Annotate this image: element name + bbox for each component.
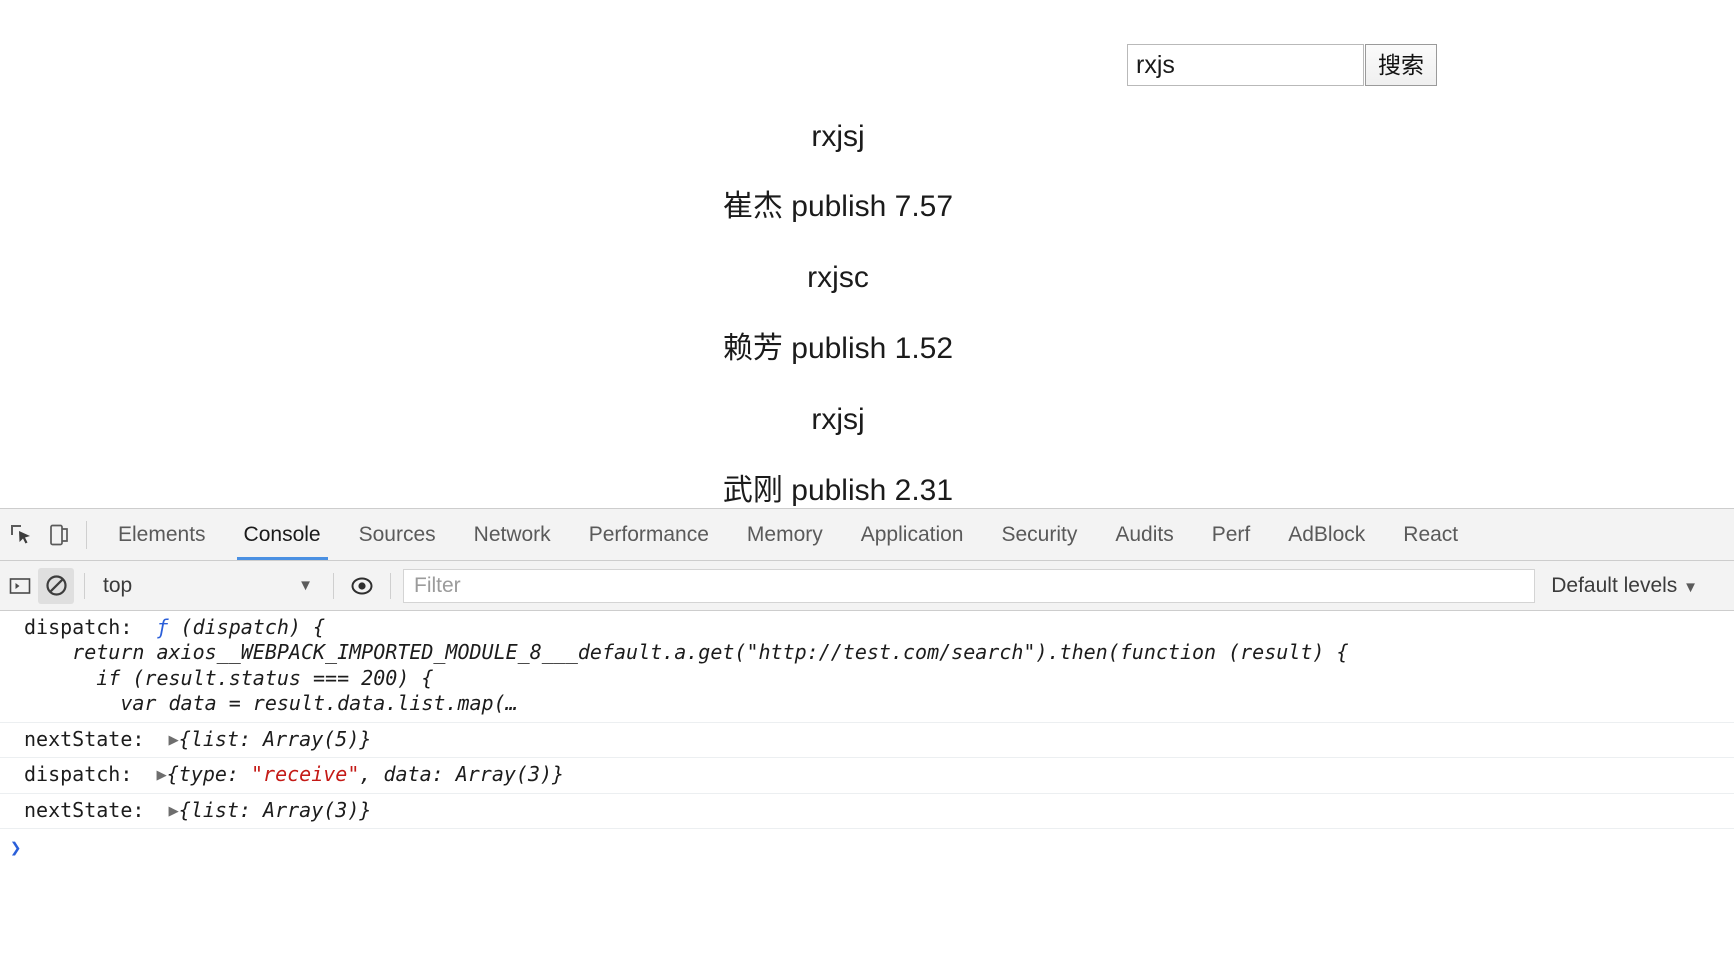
console-sidebar-icon[interactable] bbox=[2, 568, 38, 604]
entry-label: nextState: bbox=[24, 726, 145, 751]
result-text: rxjsj bbox=[811, 120, 865, 153]
entry-line-4: var data = result.data.list.map(… bbox=[24, 691, 518, 716]
tab-elements[interactable]: Elements bbox=[99, 509, 225, 560]
entry-value-string: "receive" bbox=[251, 762, 360, 787]
device-toolbar-icon[interactable] bbox=[40, 516, 78, 554]
log-levels-label: Default levels bbox=[1551, 573, 1678, 597]
expand-triangle-icon[interactable]: ▶ bbox=[169, 801, 179, 823]
entry-value-prefix: {type: bbox=[166, 762, 252, 787]
toolbar-divider bbox=[86, 520, 87, 549]
list-item[interactable]: rxjsc bbox=[0, 263, 1734, 293]
execution-context-select[interactable]: top ▼ bbox=[95, 569, 323, 603]
console-entry-dispatch-receive[interactable]: dispatch: ▶{type: "receive", data: Array… bbox=[0, 758, 1734, 794]
search-result-list: rxjsj 崔杰 publish 7.57 rxjsc 赖芳 publish 1… bbox=[0, 100, 1734, 506]
list-item[interactable]: rxjsj bbox=[0, 122, 1734, 152]
entry-line-1: (dispatch) { bbox=[168, 615, 326, 639]
console-entry-dispatch-function[interactable]: dispatch: ƒ (dispatch) { return axios__W… bbox=[0, 611, 1734, 723]
console-output[interactable]: dispatch: ƒ (dispatch) { return axios__W… bbox=[0, 611, 1734, 976]
tab-security[interactable]: Security bbox=[982, 509, 1096, 560]
inspect-element-icon[interactable] bbox=[2, 516, 40, 554]
toolbar-divider bbox=[390, 572, 391, 599]
toolbar-divider bbox=[333, 572, 334, 599]
chevron-down-icon: ▼ bbox=[298, 577, 313, 594]
list-item[interactable]: 崔杰 publish 7.57 bbox=[0, 192, 1734, 222]
live-expression-icon[interactable] bbox=[344, 568, 380, 604]
entry-value: {list: Array(5)} bbox=[178, 726, 372, 751]
prompt-caret-icon: ❯ bbox=[10, 837, 22, 860]
browser-window: 搜索 rxjsj 崔杰 publish 7.57 rxjsc 赖芳 publis… bbox=[0, 0, 1734, 976]
filter-input[interactable] bbox=[403, 568, 1536, 603]
entry-label: dispatch: bbox=[24, 762, 133, 787]
page-content: 搜索 rxjsj 崔杰 publish 7.57 rxjsc 赖芳 publis… bbox=[0, 0, 1734, 508]
tab-memory[interactable]: Memory bbox=[728, 509, 842, 560]
console-entry-nextstate-1[interactable]: nextState: ▶{list: Array(5)} bbox=[0, 723, 1734, 759]
tab-console[interactable]: Console bbox=[225, 509, 340, 560]
tab-perf[interactable]: Perf bbox=[1193, 509, 1270, 560]
tab-adblock[interactable]: AdBlock bbox=[1269, 509, 1384, 560]
list-item[interactable]: 武刚 publish 2.31 bbox=[0, 476, 1734, 506]
entry-value-suffix: , data: Array(3)} bbox=[359, 762, 565, 787]
tab-performance[interactable]: Performance bbox=[570, 509, 728, 560]
search-form: 搜索 bbox=[1127, 44, 1437, 86]
console-toolbar: top ▼ Default levels ▼ bbox=[0, 561, 1734, 611]
tab-audits[interactable]: Audits bbox=[1096, 509, 1192, 560]
entry-label: nextState: bbox=[24, 797, 145, 822]
search-input[interactable] bbox=[1127, 44, 1364, 86]
execution-context-label: top bbox=[103, 573, 133, 597]
console-prompt[interactable]: ❯ bbox=[0, 829, 1734, 865]
entry-value: {list: Array(3)} bbox=[178, 797, 372, 822]
search-button[interactable]: 搜索 bbox=[1365, 44, 1437, 86]
list-item[interactable]: rxjsj bbox=[0, 405, 1734, 435]
result-text: 赖芳 publish 1.52 bbox=[722, 332, 954, 365]
result-text: rxjsj bbox=[811, 403, 865, 436]
log-levels-dropdown[interactable]: Default levels ▼ bbox=[1535, 574, 1724, 598]
tab-network[interactable]: Network bbox=[455, 509, 570, 560]
result-text: 崔杰 publish 7.57 bbox=[722, 190, 954, 223]
toolbar-divider bbox=[84, 572, 85, 599]
devtools-panel: Elements Console Sources Network Perform… bbox=[0, 508, 1734, 976]
result-text: rxjsc bbox=[807, 261, 869, 294]
tab-sources[interactable]: Sources bbox=[340, 509, 455, 560]
entry-label: dispatch: bbox=[24, 615, 133, 639]
chevron-down-icon: ▼ bbox=[1683, 578, 1698, 596]
expand-triangle-icon[interactable]: ▶ bbox=[169, 730, 179, 752]
devtools-tabbar: Elements Console Sources Network Perform… bbox=[0, 509, 1734, 561]
console-entry-nextstate-2[interactable]: nextState: ▶{list: Array(3)} bbox=[0, 794, 1734, 830]
tab-application[interactable]: Application bbox=[842, 509, 983, 560]
tab-react[interactable]: React bbox=[1384, 509, 1477, 560]
entry-line-2: return axios__WEBPACK_IMPORTED_MODULE_8_… bbox=[24, 640, 1349, 665]
function-glyph: ƒ bbox=[156, 615, 169, 639]
list-item[interactable]: 赖芳 publish 1.52 bbox=[0, 334, 1734, 364]
entry-line-3: if (result.status === 200) { bbox=[24, 665, 434, 690]
expand-triangle-icon[interactable]: ▶ bbox=[156, 765, 166, 787]
clear-console-icon[interactable] bbox=[38, 567, 74, 604]
result-text: 武刚 publish 2.31 bbox=[722, 474, 954, 507]
